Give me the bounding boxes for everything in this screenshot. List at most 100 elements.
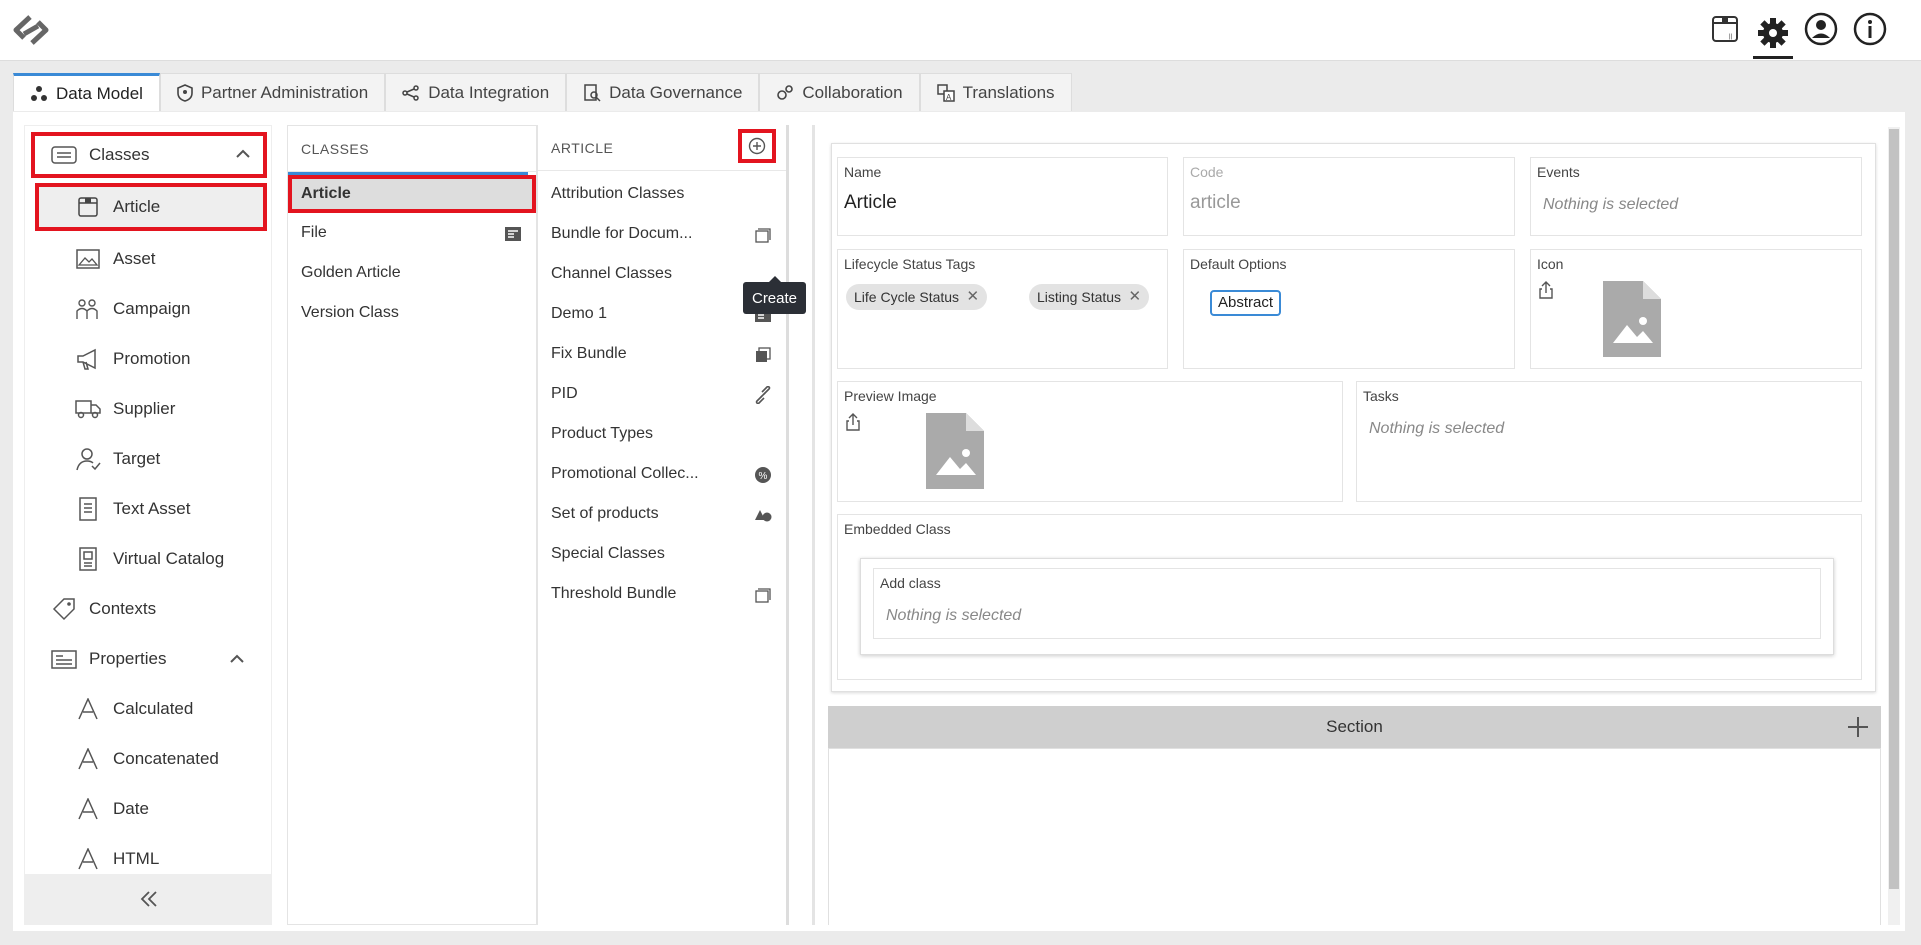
article-item-attribution-classes[interactable]: Attribution Classes xyxy=(538,174,786,214)
settings-gear-icon[interactable] xyxy=(1753,9,1793,59)
chevron-up-icon[interactable] xyxy=(227,649,247,669)
article-item-fix-bundle[interactable]: Fix Bundle xyxy=(538,334,786,374)
upload-icon[interactable] xyxy=(844,413,862,431)
classes-column-header: CLASSES xyxy=(288,126,536,172)
governance-icon xyxy=(584,83,601,102)
user-profile-icon[interactable] xyxy=(1801,9,1841,49)
list-item-label: Channel Classes xyxy=(551,265,672,282)
article-item-product-types[interactable]: Product Types xyxy=(538,414,786,454)
sidebar-item-label: Concatenated xyxy=(113,749,219,768)
app-logo[interactable] xyxy=(10,11,52,49)
lifecycle-tag: Listing Status ✕ xyxy=(1029,284,1150,310)
list-item-label: Article xyxy=(301,185,351,202)
classes-item-golden-article[interactable]: Golden Article xyxy=(288,253,536,293)
list-item-label: Threshold Bundle xyxy=(551,585,677,602)
field-label: Code xyxy=(1190,164,1224,180)
sidebar-item-text-asset[interactable]: Text Asset xyxy=(25,487,261,531)
detail-scrollbar[interactable] xyxy=(1888,127,1900,925)
collapse-sidebar-button[interactable] xyxy=(25,874,271,924)
tab-collaboration[interactable]: Collaboration xyxy=(759,73,920,111)
field-label: Embedded Class xyxy=(844,521,951,537)
list-item-label: Version Class xyxy=(301,304,399,321)
tab-label: Partner Administration xyxy=(200,82,369,102)
add-section-icon[interactable] xyxy=(1847,716,1869,738)
shield-icon xyxy=(177,83,193,102)
sidebar-item-date[interactable]: Date xyxy=(25,787,261,831)
name-field[interactable]: Name Article xyxy=(837,157,1168,236)
scrollbar-thumb[interactable] xyxy=(1889,129,1899,889)
sidebar-item-promotion[interactable]: Promotion xyxy=(25,337,261,381)
sidebar-item-label: Calculated xyxy=(113,699,194,718)
article-item-set-of-products[interactable]: Set of products xyxy=(538,494,786,534)
tab-translations[interactable]: A Translations xyxy=(919,73,1072,111)
main-tabs: Data Model Partner Administration Data I… xyxy=(13,73,1072,111)
text-doc-icon xyxy=(75,496,101,522)
tab-partner-administration[interactable]: Partner Administration xyxy=(159,73,386,111)
events-field[interactable]: Events Nothing is selected xyxy=(1530,157,1862,236)
sidebar-group-contexts[interactable]: Contexts xyxy=(25,587,261,631)
field-label: Lifecycle Status Tags xyxy=(844,256,976,272)
data-model-icon xyxy=(31,85,47,101)
upload-icon[interactable] xyxy=(1537,281,1555,299)
classes-item-article[interactable]: Article xyxy=(288,175,536,213)
list-item-label: Bundle for Docum... xyxy=(551,225,693,242)
field-label: Events xyxy=(1537,164,1580,180)
create-button[interactable] xyxy=(738,129,776,163)
list-item-label: Product Types xyxy=(551,425,653,442)
sidebar-item-virtual-catalog[interactable]: Virtual Catalog xyxy=(25,537,261,581)
share-icon xyxy=(402,84,419,101)
sidebar-item-campaign[interactable]: Campaign xyxy=(25,287,261,331)
shapes-icon xyxy=(755,510,772,522)
remove-tag-icon[interactable]: ✕ xyxy=(1128,284,1141,310)
article-item-special-classes[interactable]: Special Classes xyxy=(538,534,786,574)
catalog-icon xyxy=(75,546,101,572)
sidebar-item-calculated[interactable]: Calculated xyxy=(25,687,261,731)
catalog-icon[interactable]: || xyxy=(1705,9,1745,49)
name-value[interactable]: Article xyxy=(844,192,897,214)
sidebar-item-label: Campaign xyxy=(113,299,191,318)
article-item-pid[interactable]: PID xyxy=(538,374,786,414)
preview-image-field: Preview Image xyxy=(837,381,1343,502)
code-value: article xyxy=(1190,192,1241,213)
chevron-up-icon[interactable] xyxy=(233,144,253,164)
sidebar-item-label: Supplier xyxy=(113,399,176,418)
sidebar-item-target[interactable]: Target xyxy=(25,437,261,481)
tag-label: Listing Status xyxy=(1037,289,1122,305)
translate-icon: A xyxy=(936,83,955,102)
list-item-label: Special Classes xyxy=(551,545,665,562)
article-icon xyxy=(75,194,101,220)
list-item-label: Promotional Collec... xyxy=(551,465,699,482)
font-a-icon xyxy=(75,746,101,772)
tab-data-governance[interactable]: Data Governance xyxy=(566,73,760,111)
sidebar-item-supplier[interactable]: Supplier xyxy=(25,387,261,431)
tab-label: Collaboration xyxy=(802,82,903,102)
list-item-label: Set of products xyxy=(551,505,659,522)
lifecycle-status-tags-field[interactable]: Lifecycle Status Tags Life Cycle Status ✕… xyxy=(837,249,1168,369)
sidebar-item-article[interactable]: Article xyxy=(35,183,267,231)
classes-item-version-class[interactable]: Version Class xyxy=(288,293,536,333)
sidebar-item-asset[interactable]: Asset xyxy=(25,237,261,281)
abstract-option[interactable]: Abstract xyxy=(1210,290,1282,316)
tab-data-integration[interactable]: Data Integration xyxy=(385,73,567,111)
article-item-promotional-collection[interactable]: Promotional Collec... % xyxy=(538,454,786,494)
megaphone-icon xyxy=(75,346,101,372)
image-placeholder-icon xyxy=(1603,281,1661,357)
sidebar-item-concatenated[interactable]: Concatenated xyxy=(25,737,261,781)
section-title: Section xyxy=(1326,717,1383,736)
field-label: Name xyxy=(844,164,882,180)
list-item-label: Attribution Classes xyxy=(551,185,685,202)
remove-tag-icon[interactable]: ✕ xyxy=(966,284,979,310)
link-icon xyxy=(755,386,771,404)
classes-item-file[interactable]: File xyxy=(288,213,536,253)
sidebar-group-classes[interactable]: Classes xyxy=(31,132,267,178)
svg-text:||: || xyxy=(1729,34,1733,40)
sidebar-item-label: Target xyxy=(113,449,161,468)
sidebar-group-properties[interactable]: Properties xyxy=(25,637,261,681)
tasks-field[interactable]: Tasks Nothing is selected xyxy=(1356,381,1862,502)
add-class-field[interactable]: Add class Nothing is selected xyxy=(873,568,1821,639)
tab-data-model[interactable]: Data Model xyxy=(13,73,160,111)
list-item-label: Golden Article xyxy=(301,264,401,281)
article-item-threshold-bundle[interactable]: Threshold Bundle xyxy=(538,574,786,614)
article-item-bundle-for-documents[interactable]: Bundle for Docum... xyxy=(538,214,786,254)
info-icon[interactable] xyxy=(1850,9,1890,49)
